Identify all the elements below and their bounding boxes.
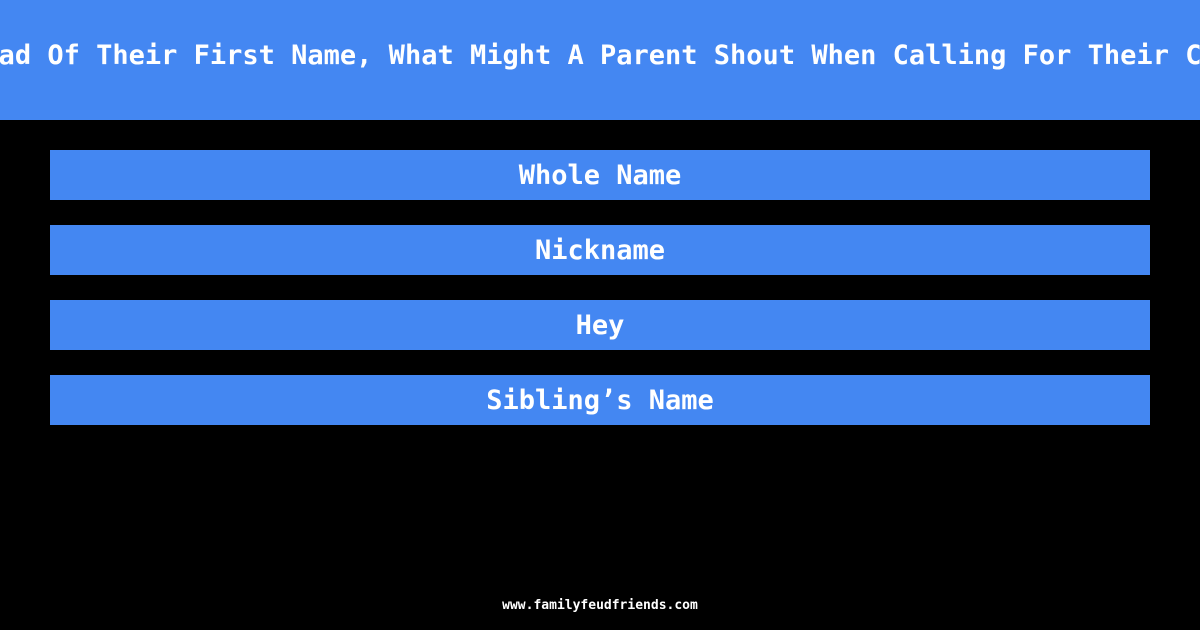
question-text: Instead Of Their First Name, What Might …: [0, 39, 1200, 71]
answer-item[interactable]: Whole Name: [50, 150, 1150, 200]
site-url: www.familyfeudfriends.com: [502, 598, 698, 613]
answer-list: Whole Name Nickname Hey Sibling’s Name: [50, 150, 1150, 450]
answer-item[interactable]: Hey: [50, 300, 1150, 350]
question-banner: Instead Of Their First Name, What Might …: [0, 0, 1200, 120]
answer-item[interactable]: Nickname: [50, 225, 1150, 275]
answer-item[interactable]: Sibling’s Name: [50, 375, 1150, 425]
